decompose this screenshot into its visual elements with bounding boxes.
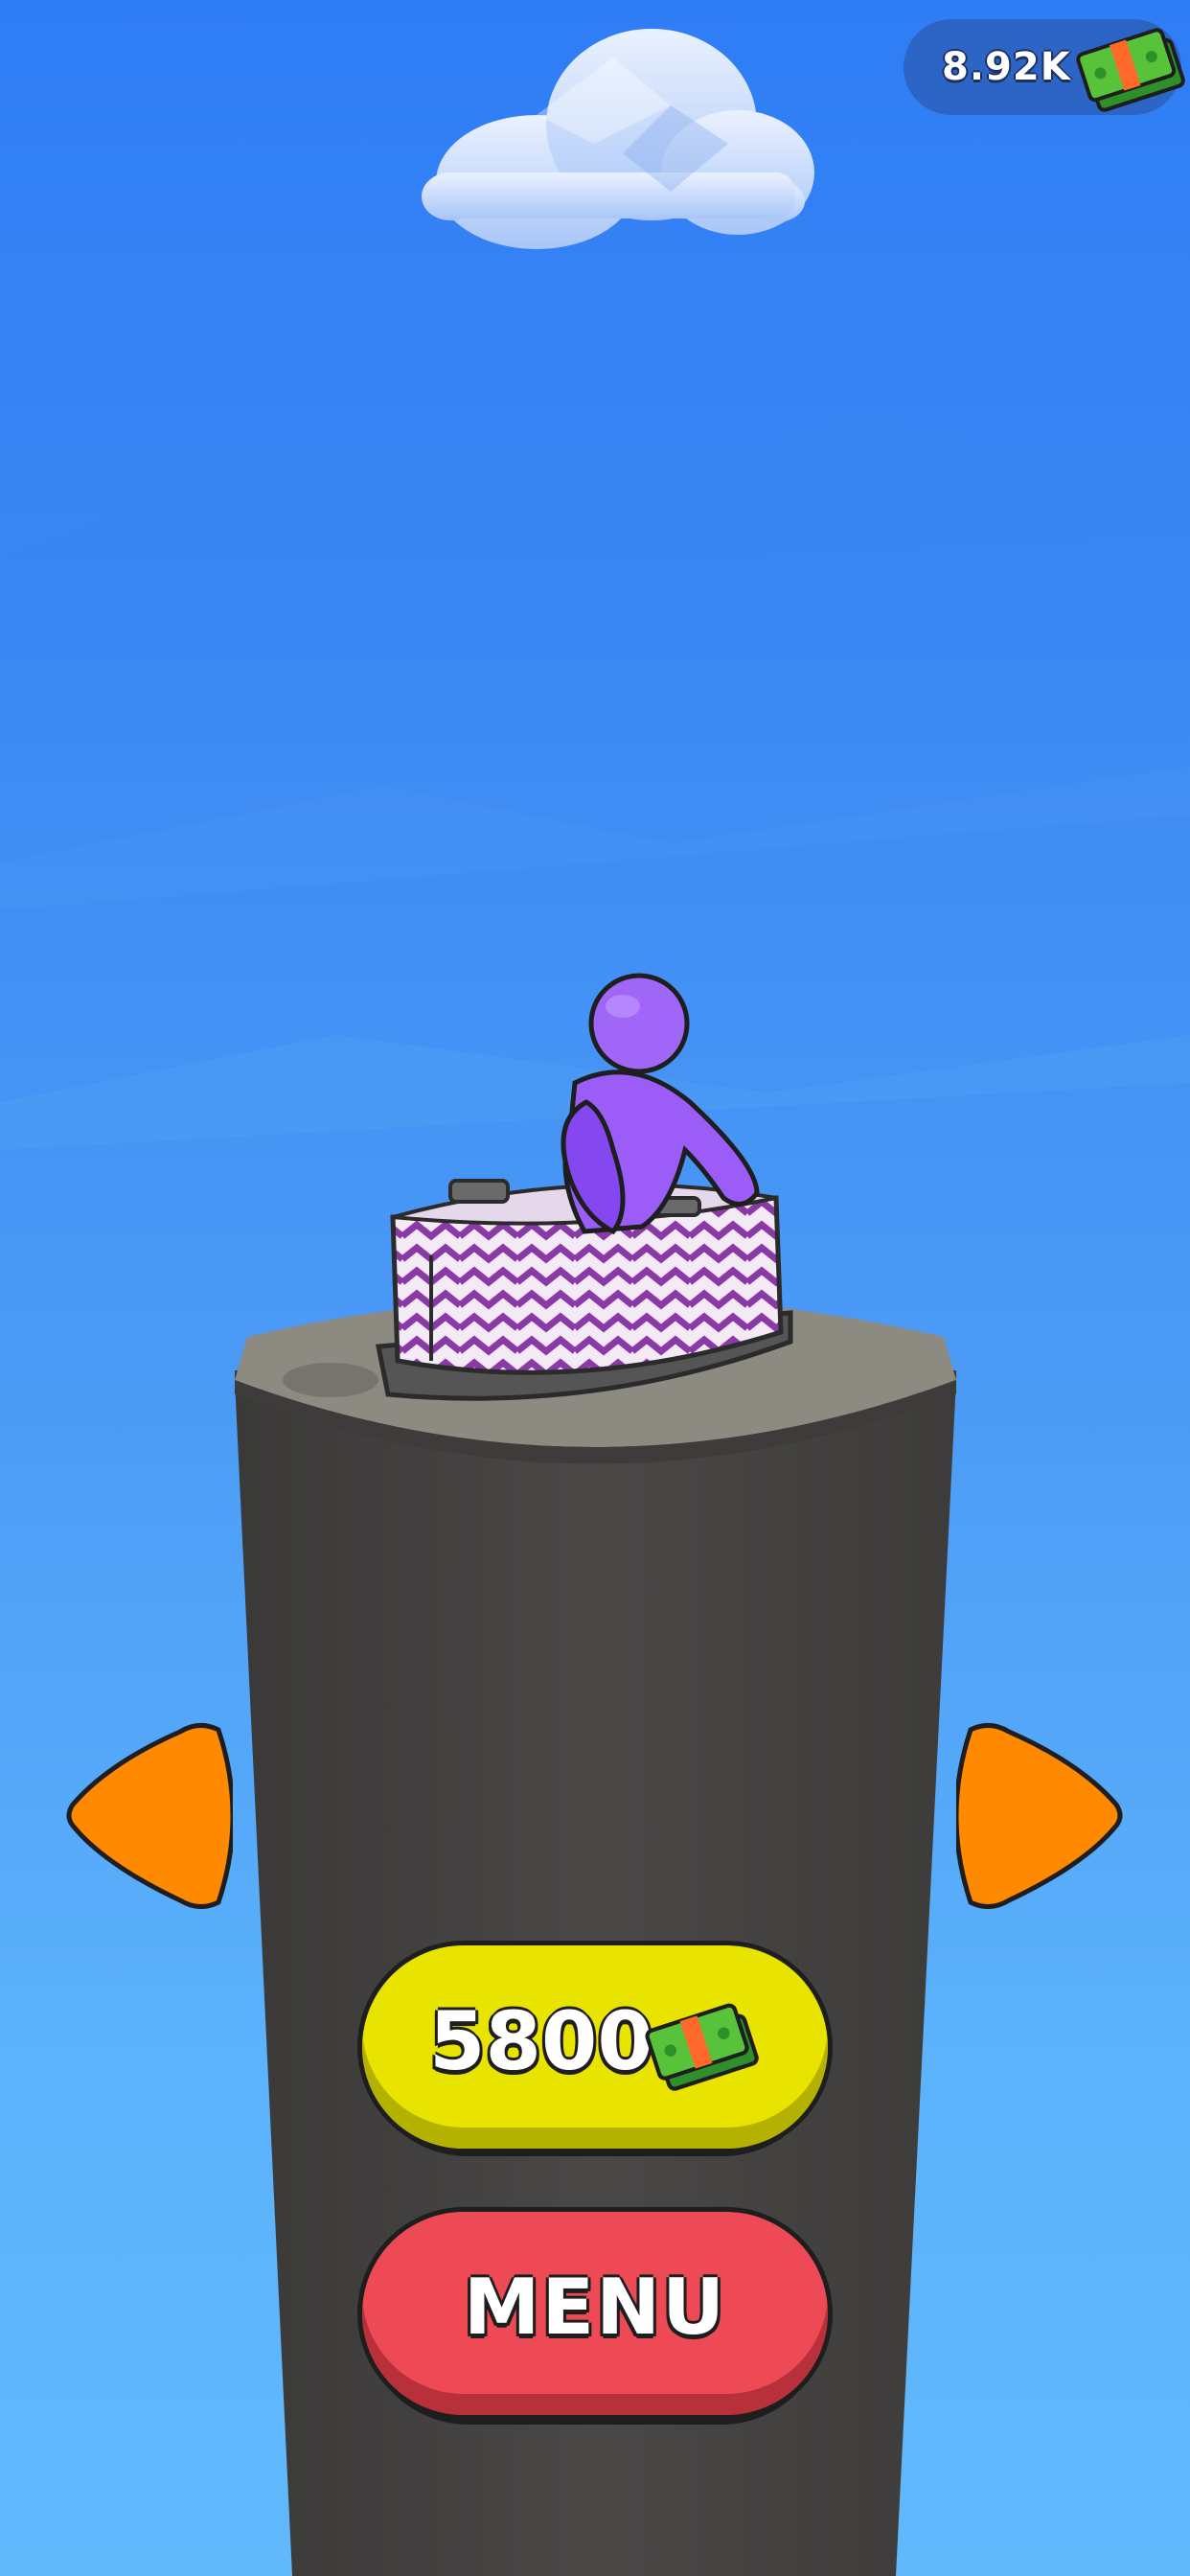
currency-counter: 8.92K: [904, 19, 1185, 115]
buy-button-face: 5800: [362, 1945, 828, 2149]
menu-button-face: MENU: [362, 2212, 828, 2415]
game-scene: 8.92K 5800 MENU: [0, 0, 1190, 2576]
cloud: [422, 29, 814, 249]
sky-band: [0, 767, 1190, 910]
arrow-left-icon: [66, 1723, 236, 1909]
currency-value: 8.92K: [942, 45, 1071, 89]
arrow-right-icon: [953, 1723, 1123, 1909]
cash-stack-icon: [1071, 19, 1186, 115]
menu-label: MENU: [463, 2263, 727, 2352]
sky-band: [0, 422, 1190, 594]
buy-button[interactable]: 5800: [362, 1945, 828, 2156]
next-arrow-button[interactable]: [953, 1720, 1124, 1912]
menu-button[interactable]: MENU: [362, 2212, 828, 2425]
previous-arrow-button[interactable]: [65, 1720, 236, 1912]
scene-art: [0, 29, 1190, 2576]
price-value: 5800: [429, 1994, 653, 2088]
cash-stack-icon: [640, 1991, 760, 2097]
